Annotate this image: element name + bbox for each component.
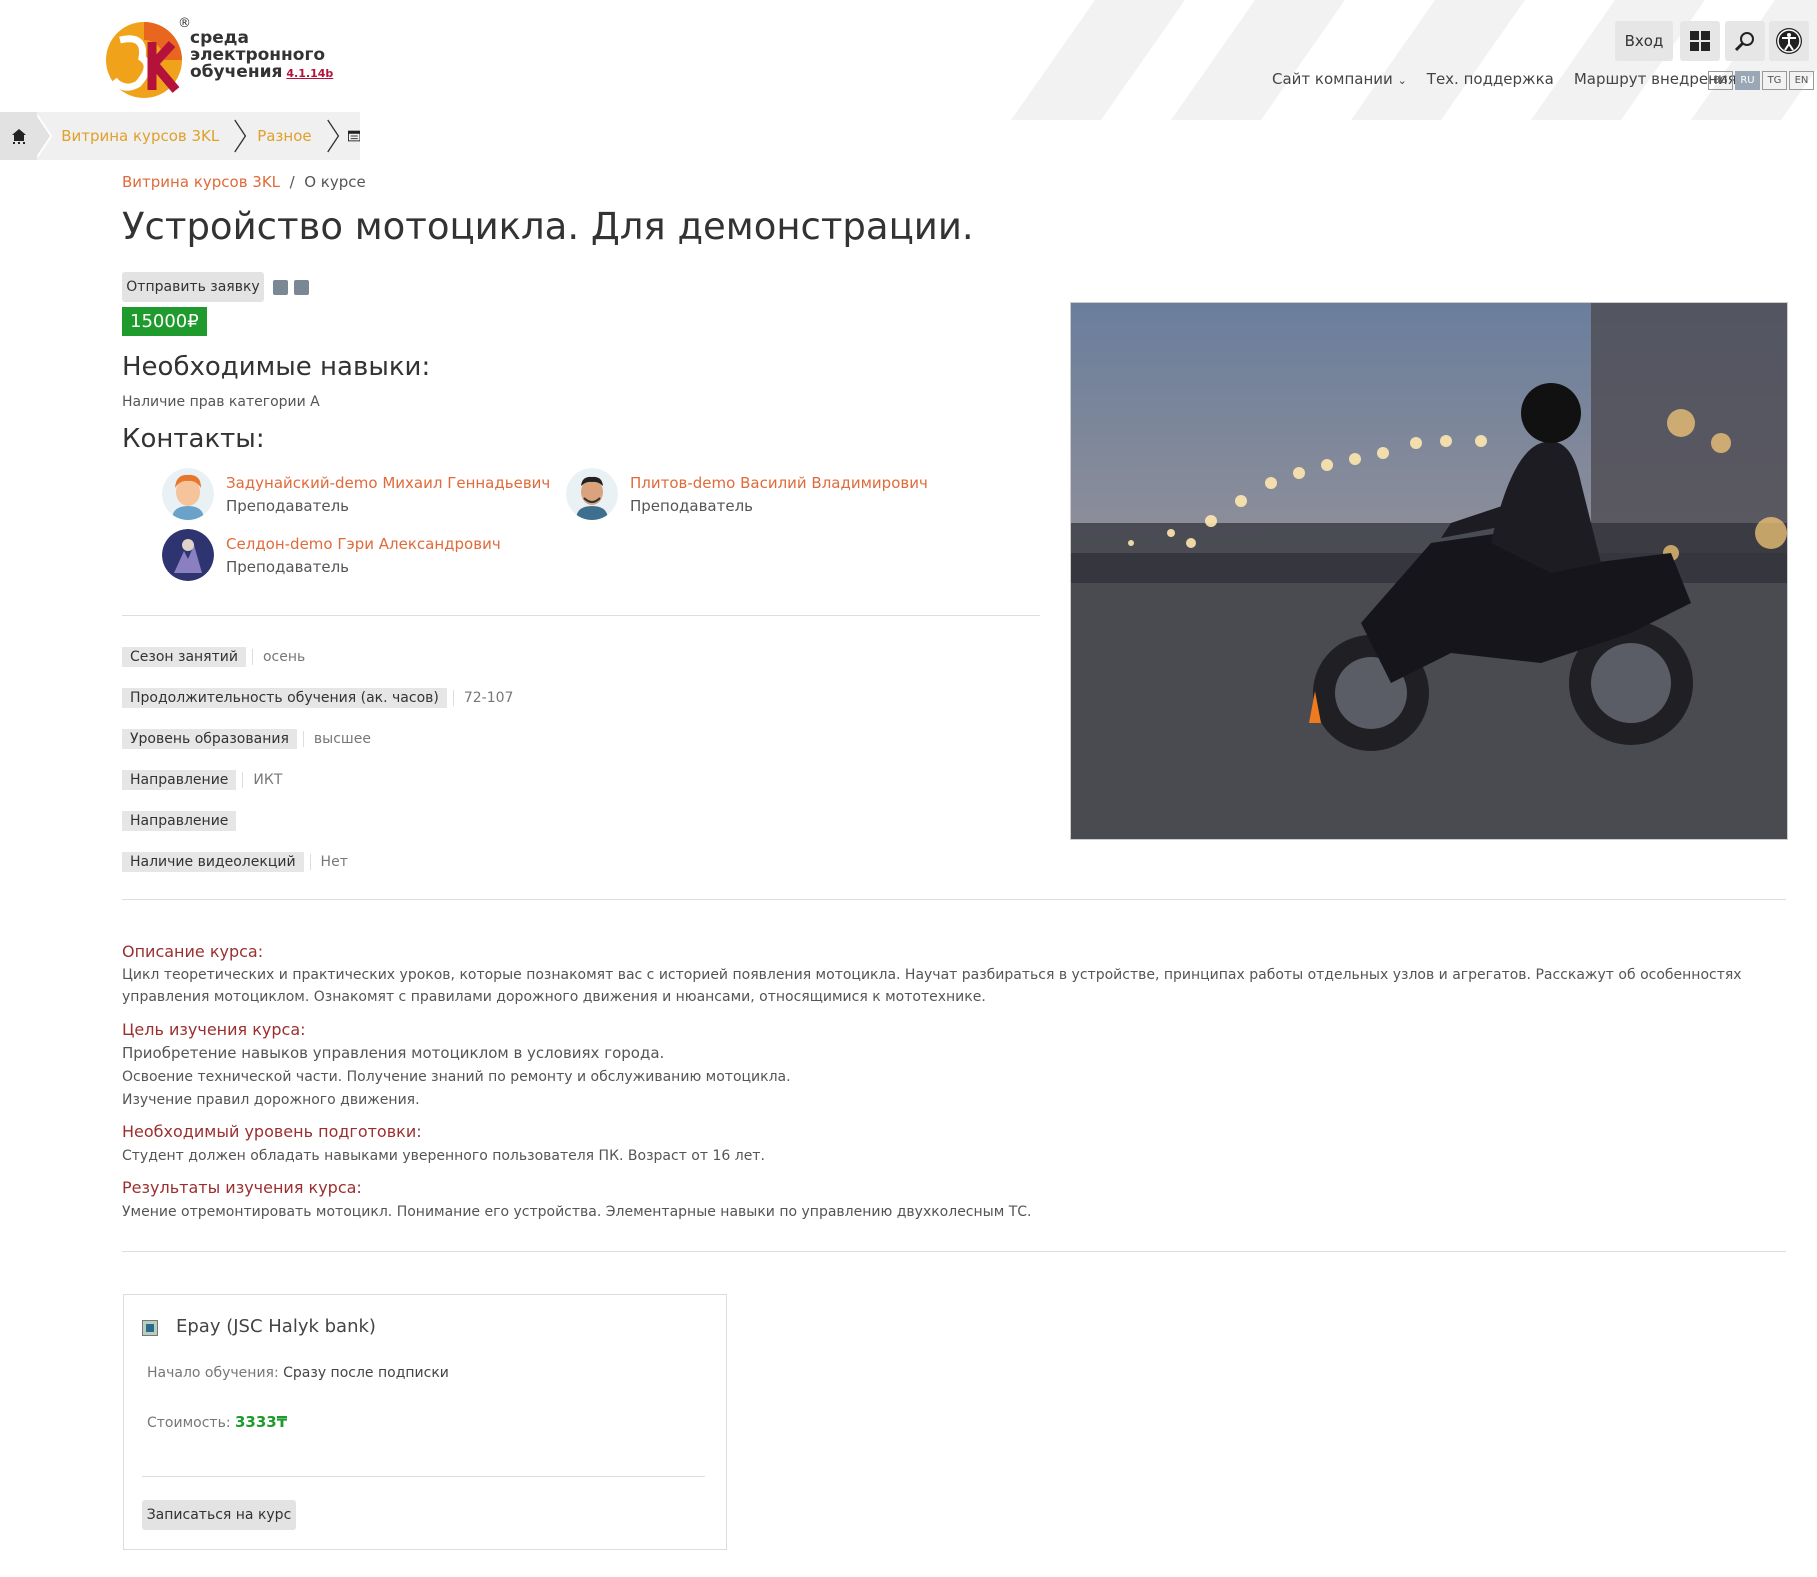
contact-name[interactable]: Задунайский-demo Михаил Геннадьевич xyxy=(226,474,550,492)
cost: Стоимость: 3333₸ xyxy=(147,1413,287,1431)
chevron-down-icon: ⌄ xyxy=(1397,74,1407,87)
breadcrumb-separator-icon xyxy=(37,114,53,158)
breadcrumb-home[interactable] xyxy=(0,112,38,160)
home-icon xyxy=(11,129,26,144)
site-logo[interactable]: ® среда электронного обучения 4.1.14b xyxy=(106,16,336,108)
divider xyxy=(122,899,1786,900)
goal-text-3: Изучение правил дорожного движения. xyxy=(122,1092,420,1108)
motorcycle-photo xyxy=(1071,303,1787,839)
login-button[interactable]: Вход xyxy=(1615,21,1673,61)
logo-version: 4.1.14b xyxy=(286,67,334,80)
description-heading: Описание курса: xyxy=(122,942,264,961)
contact-name[interactable]: Плитов-demo Василий Владимирович xyxy=(630,474,928,492)
lang-tg[interactable]: TG xyxy=(1762,71,1787,90)
prerequisites-text: Студент должен обладать навыками уверенн… xyxy=(122,1148,765,1164)
attribute-value: высшее xyxy=(302,731,371,747)
lang-bg[interactable]: BG xyxy=(1708,71,1733,90)
sub-breadcrumb-current: О курсе xyxy=(304,173,366,191)
sub-breadcrumb-separator: / xyxy=(289,173,295,191)
description-text: Цикл теоретических и практических уроков… xyxy=(122,967,1742,1005)
attribute-key: Наличие видеолекций xyxy=(122,852,304,872)
attribute-row: Наличие видеолекций Нет xyxy=(122,852,348,872)
enroll-button[interactable]: Записаться на курс xyxy=(142,1500,296,1530)
logo-text: среда электронного обучения 4.1.14b xyxy=(190,30,333,82)
logo-3k-icon xyxy=(106,22,182,98)
avatar[interactable] xyxy=(162,468,214,520)
start-of-study: Начало обучения: Сразу после подписки xyxy=(147,1365,449,1381)
payment-method-title: Epay (JSC Halyk bank) xyxy=(176,1316,376,1337)
contact-card: Селдон-demo Гэри Александрович Преподава… xyxy=(162,529,501,581)
attribute-key: Направление xyxy=(122,811,237,831)
lang-en[interactable]: EN xyxy=(1789,71,1814,90)
attribute-row: Сезон занятий осень xyxy=(122,647,305,667)
logo-line-3: обучения xyxy=(190,62,283,82)
breadcrumb-showcase[interactable]: Витрина курсов 3KL xyxy=(53,127,233,145)
print-icon[interactable] xyxy=(273,280,288,295)
apps-grid-button[interactable] xyxy=(1680,21,1720,61)
results-heading: Результаты изучения курса: xyxy=(122,1178,362,1197)
accessibility-icon xyxy=(1776,28,1802,54)
top-navigation: Сайт компании ⌄ Тех. поддержка Маршрут в… xyxy=(1272,70,1737,88)
goal-text-1: Приобретение навыков управления мотоцикл… xyxy=(122,1044,665,1062)
divider xyxy=(122,615,1040,616)
divider xyxy=(122,1251,1786,1252)
attribute-row: Продолжительность обучения (ак. часов) 7… xyxy=(122,688,513,708)
breadcrumb-separator-icon xyxy=(234,119,247,153)
prerequisites-heading: Необходимый уровень подготовки: xyxy=(122,1122,422,1141)
course-image xyxy=(1070,302,1788,840)
send-application-button[interactable]: Отправить заявку xyxy=(122,272,264,302)
contact-name[interactable]: Селдон-demo Гэри Александрович xyxy=(226,535,501,553)
price-badge: 15000₽ xyxy=(122,307,207,336)
search-icon xyxy=(1734,32,1754,52)
cost-label: Стоимость: xyxy=(147,1415,231,1431)
contact-card: Задунайский-demo Михаил Геннадьевич Преп… xyxy=(162,468,550,520)
tag-icon[interactable] xyxy=(294,280,309,295)
contact-card: Плитов-demo Василий Владимирович Препода… xyxy=(566,468,928,520)
attribute-key: Уровень образования xyxy=(122,729,297,749)
attribute-row: Направление ИКТ xyxy=(122,770,282,790)
breadcrumb: Витрина курсов 3KL Разное xyxy=(0,112,360,160)
lang-ru[interactable]: RU xyxy=(1735,71,1760,90)
contacts-heading: Контакты: xyxy=(122,424,265,454)
attribute-value: Нет xyxy=(309,854,348,870)
page-title: Устройство мотоцикла. Для демонстрации. xyxy=(122,205,974,248)
start-value: Сразу после подписки xyxy=(283,1365,449,1381)
attribute-key: Направление xyxy=(122,770,237,790)
goal-text-2: Освоение технической части. Получение зн… xyxy=(122,1069,791,1085)
attribute-row: Уровень образования высшее xyxy=(122,729,371,749)
attribute-row: Направление xyxy=(122,811,237,831)
breadcrumb-separator-icon xyxy=(326,119,339,153)
skills-heading: Необходимые навыки: xyxy=(122,352,431,382)
language-switcher: BG RU TG EN xyxy=(1706,71,1814,90)
contact-role: Преподаватель xyxy=(226,557,350,576)
attribute-key: Продолжительность обучения (ак. часов) xyxy=(122,688,447,708)
nav-company-site-label: Сайт компании xyxy=(1272,70,1393,88)
contact-role: Преподаватель xyxy=(630,496,754,515)
divider xyxy=(142,1476,705,1477)
sub-breadcrumb-link[interactable]: Витрина курсов 3KL xyxy=(122,173,280,191)
attribute-key: Сезон занятий xyxy=(122,647,246,667)
attribute-value: осень xyxy=(251,649,305,665)
attribute-value: ИКТ xyxy=(242,772,282,788)
attribute-value: 72-107 xyxy=(452,690,513,706)
nav-company-site[interactable]: Сайт компании ⌄ xyxy=(1272,70,1407,88)
search-button[interactable] xyxy=(1725,21,1765,61)
grid-icon xyxy=(1690,31,1710,51)
avatar[interactable] xyxy=(162,529,214,581)
course-page-icon[interactable] xyxy=(347,130,360,142)
sub-breadcrumb: Витрина курсов 3KL / О курсе xyxy=(122,173,366,191)
avatar[interactable] xyxy=(566,468,618,520)
skills-text: Наличие прав категории А xyxy=(122,394,320,410)
accessibility-button[interactable] xyxy=(1769,21,1809,61)
contact-role: Преподаватель xyxy=(226,496,350,515)
goal-heading: Цель изучения курса: xyxy=(122,1020,306,1039)
start-label: Начало обучения: xyxy=(147,1365,279,1381)
payment-method-radio[interactable] xyxy=(142,1320,158,1336)
cost-value: 3333₸ xyxy=(235,1413,288,1431)
breadcrumb-misc[interactable]: Разное xyxy=(249,127,325,145)
nav-tech-support[interactable]: Тех. поддержка xyxy=(1427,70,1554,88)
results-text: Умение отремонтировать мотоцикл. Пониман… xyxy=(122,1204,1032,1220)
